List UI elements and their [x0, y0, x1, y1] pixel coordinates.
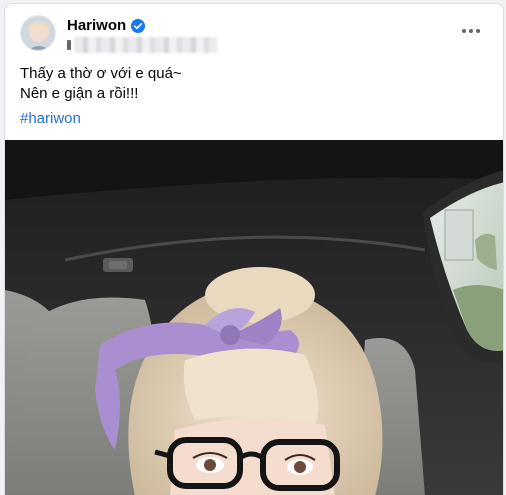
- post-photo[interactable]: [5, 140, 503, 495]
- author-header: Hariwon: [67, 16, 146, 35]
- audience-icon: [67, 40, 71, 50]
- verified-badge-icon: [131, 18, 146, 33]
- caption-line-1: Thấy a thờ ơ với e quá~: [20, 65, 182, 82]
- author-avatar[interactable]: [20, 15, 56, 51]
- post-caption: Thấy a thờ ơ với e quá~ Nên e giận a rồi…: [20, 64, 182, 104]
- hashtag-link[interactable]: #hariwon: [20, 110, 81, 127]
- author-name[interactable]: Hariwon: [67, 16, 126, 35]
- more-options-icon[interactable]: [459, 21, 483, 41]
- caption-line-2: Nên e giận a rồi!!!: [20, 85, 139, 102]
- blurred-timestamp: [74, 37, 217, 53]
- post-meta: [67, 37, 217, 53]
- post-card: Hariwon Thấy a thờ ơ với e quá~ Nên e gi…: [4, 3, 504, 495]
